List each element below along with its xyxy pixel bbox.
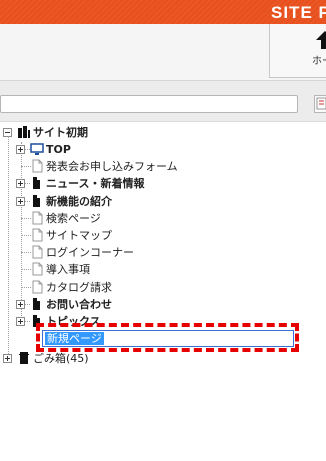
tree-root[interactable]: サイト初期: [0, 124, 300, 141]
search-button[interactable]: [314, 95, 326, 113]
trash-row[interactable]: ごみ箱(45): [0, 350, 300, 367]
tree-node[interactable]: 検索ページ: [0, 210, 300, 227]
expand-toggle[interactable]: [16, 197, 25, 206]
expand-toggle[interactable]: [16, 300, 25, 309]
new-page-name-input[interactable]: 新規ページ: [42, 330, 294, 347]
tree-node[interactable]: ニュース・新着情報: [0, 175, 300, 192]
tree-node[interactable]: 新機能の紹介: [0, 193, 300, 210]
tree-node-label: お問い合わせ: [46, 298, 112, 311]
tree-node-label: サイトマップ: [46, 229, 112, 242]
search-input[interactable]: [0, 95, 298, 113]
page-icon: [32, 228, 43, 242]
tree-node-label: 発表会お申し込みフォーム: [46, 160, 178, 173]
folder-icon: [33, 177, 40, 189]
top-header-bar: SITE P: [0, 0, 326, 24]
tree-node-label: ログインコーナー: [46, 246, 134, 259]
tree-node[interactable]: お問い合わせ: [0, 296, 300, 313]
toolbar: ホー: [0, 24, 326, 81]
selected-text: 新規ページ: [45, 332, 104, 345]
site-root-icon: [18, 126, 30, 138]
page-icon: [32, 262, 43, 276]
expand-toggle[interactable]: [16, 179, 25, 188]
search-icon: [316, 97, 326, 110]
tree-node-label: 検索ページ: [46, 212, 101, 225]
tree-node[interactable]: サイトマップ: [0, 227, 300, 244]
page-icon: [32, 159, 43, 173]
expand-toggle[interactable]: [16, 145, 25, 154]
trash-label: ごみ箱(45): [33, 352, 89, 365]
home-button[interactable]: ホー: [269, 24, 326, 78]
folder-icon: [33, 298, 40, 310]
page-icon: [32, 211, 43, 225]
tree-node[interactable]: TOP: [0, 141, 300, 158]
tree-node-label: 新機能の紹介: [46, 195, 112, 208]
trash-icon: [19, 352, 29, 364]
tree-node[interactable]: ログインコーナー: [0, 244, 300, 261]
expand-toggle[interactable]: [16, 317, 25, 326]
site-title: SITE P: [271, 3, 326, 22]
expand-toggle[interactable]: [3, 354, 12, 363]
tree-node-label: TOP: [46, 143, 71, 156]
folder-icon: [33, 195, 40, 207]
tree-node[interactable]: 発表会お申し込みフォーム: [0, 158, 300, 175]
tree-node[interactable]: カタログ請求: [0, 279, 300, 296]
filter-bar: [0, 81, 326, 122]
tree-node[interactable]: 導入事項: [0, 261, 300, 278]
up-arrow-home-icon: [316, 31, 326, 49]
monitor-icon: [30, 143, 44, 155]
page-icon: [32, 245, 43, 259]
tree-node-label: 導入事項: [46, 263, 90, 276]
home-label: ホー: [312, 56, 326, 67]
site-tree: サイト初期 TOP 発表会お申し込みフォーム ニュース・新着情報 新機能の紹介 検索ペー…: [0, 122, 326, 461]
tree-node-label: カタログ請求: [46, 281, 112, 294]
tree-node-label: ニュース・新着情報: [46, 177, 145, 190]
tree-root-label: サイト初期: [33, 126, 88, 139]
page-icon: [32, 280, 43, 294]
